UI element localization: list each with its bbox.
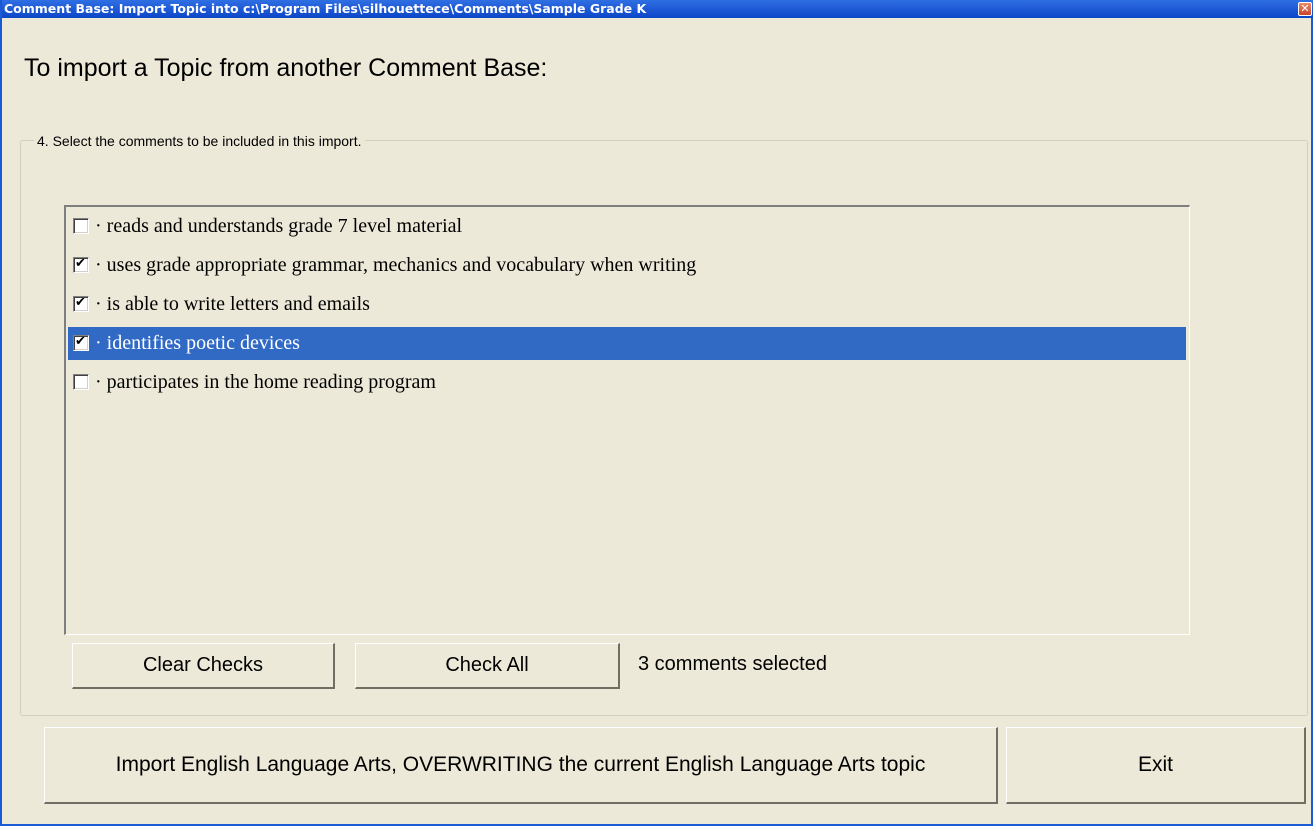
import-overwrite-button[interactable]: Import English Language Arts, OVERWRITIN…: [44, 727, 998, 804]
exit-button-label: Exit: [1137, 753, 1173, 776]
groupbox-legend: 4. Select the comments to be included in…: [34, 133, 365, 149]
check-icon: ✔: [75, 334, 86, 349]
comment-checkbox[interactable]: [73, 374, 89, 390]
comment-label: · is able to write letters and emails: [95, 293, 370, 315]
comment-checkbox[interactable]: ✔: [73, 295, 89, 312]
comment-row[interactable]: ✔ · uses grade appropriate grammar, mech…: [68, 249, 1186, 282]
title-bar[interactable]: Comment Base: Import Topic into c:\Progr…: [2, 0, 1313, 18]
comments-listbox[interactable]: · reads and understands grade 7 level ma…: [64, 205, 1190, 635]
comment-row[interactable]: ✔ · identifies poetic devices: [68, 327, 1186, 360]
comment-row[interactable]: ✔ · is able to write letters and emails: [68, 288, 1186, 321]
import-topic-window: Comment Base: Import Topic into c:\Progr…: [0, 0, 1313, 826]
selection-count-status: 3 comments selected: [638, 653, 827, 675]
comment-checkbox[interactable]: ✔: [73, 334, 89, 351]
comment-label: · uses grade appropriate grammar, mechan…: [95, 254, 697, 276]
comment-checkbox[interactable]: ✔: [73, 256, 89, 273]
close-icon[interactable]: ✕: [1298, 2, 1312, 16]
check-all-button[interactable]: Check All: [355, 643, 620, 689]
comment-row[interactable]: · reads and understands grade 7 level ma…: [68, 210, 1186, 243]
clear-checks-button[interactable]: Clear Checks: [72, 643, 335, 689]
comment-label: · identifies poetic devices: [95, 332, 300, 354]
window-title: Comment Base: Import Topic into c:\Progr…: [4, 1, 647, 16]
comment-label: · participates in the home reading progr…: [95, 371, 436, 393]
comment-label: · reads and understands grade 7 level ma…: [95, 215, 463, 237]
page-heading: To import a Topic from another Comment B…: [24, 54, 548, 82]
check-icon: ✔: [75, 256, 86, 271]
comment-row[interactable]: · participates in the home reading progr…: [68, 366, 1186, 399]
check-icon: ✔: [75, 295, 86, 310]
import-button-label: Import English Language Arts, OVERWRITIN…: [115, 753, 926, 776]
exit-button[interactable]: Exit: [1006, 727, 1306, 804]
comment-checkbox[interactable]: [73, 218, 89, 234]
